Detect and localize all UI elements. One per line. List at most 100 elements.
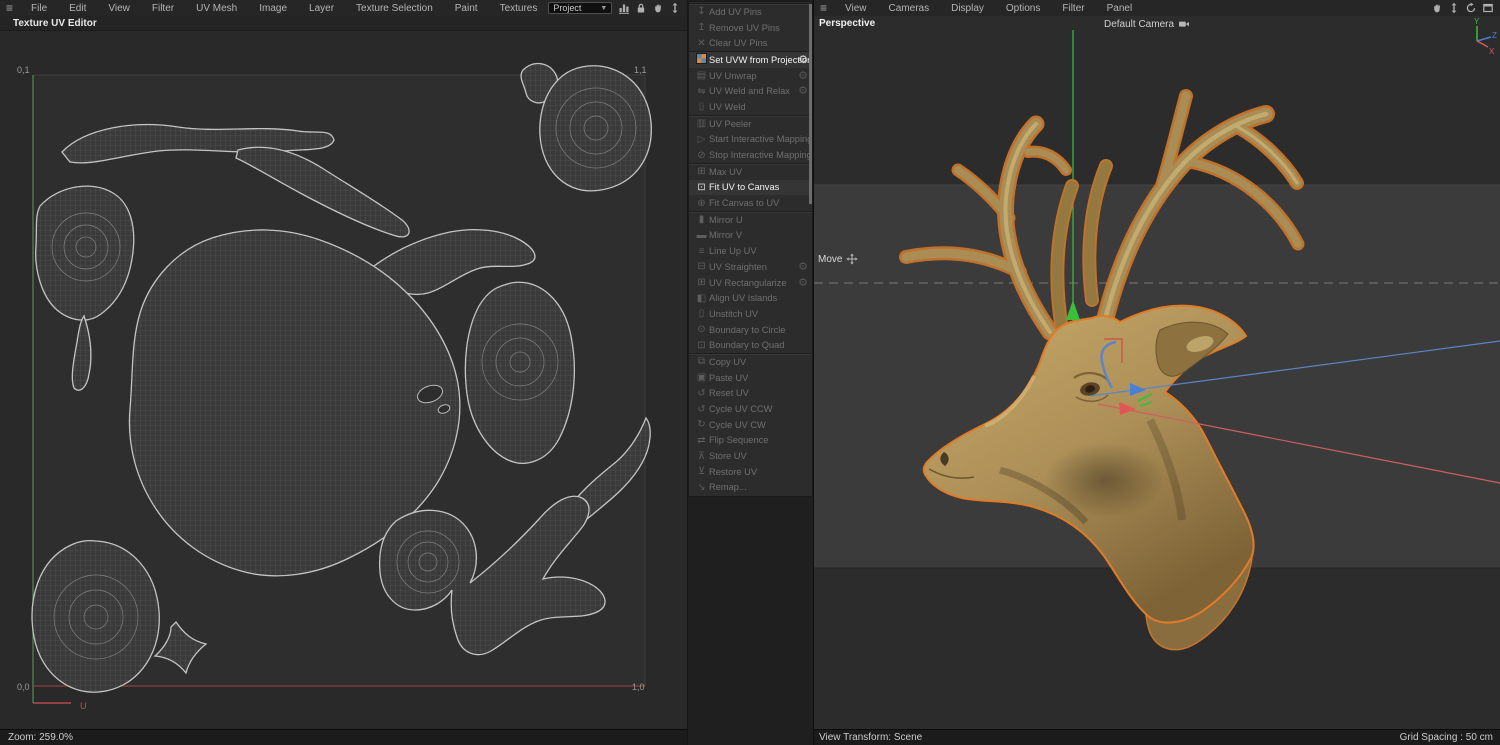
weld-relax-icon: ⇋ (694, 86, 709, 97)
viewport-type-label[interactable]: Perspective (819, 18, 875, 29)
restore-uv-menu-item: ⊻Restore UV (689, 464, 812, 480)
restore-icon: ⊻ (694, 466, 709, 477)
perspective-viewport[interactable]: Y Z X Perspective Default Camera Move (814, 16, 1500, 729)
uv-weld-and-relax-menu-item: ⇋UV Weld and Relax ⚙ (689, 83, 812, 99)
gear-icon: ⚙ (798, 84, 808, 97)
store-uv-menu-item: ⊼Store UV (689, 448, 812, 464)
neck-shadow (1045, 442, 1165, 518)
menu-layer[interactable]: Layer (298, 3, 345, 14)
uv-peeler-menu-item: ▥UV Peeler (689, 116, 812, 132)
fit-canvas-to-uv-menu-item: ⊕Fit Canvas to UV (689, 195, 812, 211)
histogram-icon[interactable] (618, 2, 630, 14)
menu-item-label: Flip Sequence (709, 435, 768, 445)
menu-item-label: UV Weld (709, 102, 746, 112)
align-islands-icon: ◧ (694, 293, 709, 304)
menu-options[interactable]: Options (995, 3, 1051, 14)
set-uvw-from-projection-menu-item[interactable]: Set UVW from Projection⚙ (689, 52, 812, 68)
menu-cameras[interactable]: Cameras (878, 3, 941, 14)
unstitch-uv-menu-item: ▯Unstitch UV (689, 306, 812, 322)
uv-editor-toolbar-icons (618, 2, 681, 14)
mirror-u-icon: ▮ (694, 214, 709, 225)
menu-item-label: Boundary to Circle (709, 325, 785, 335)
menu-item-label: Cycle UV CW (709, 420, 766, 430)
uv-canvas[interactable] (0, 16, 687, 729)
reset-uv-menu-item: ↺Reset UV (689, 386, 812, 402)
copy-uv-menu-item: ⧉Copy UV (689, 354, 812, 370)
menu-item-label: Restore UV (709, 467, 757, 477)
axis-y-label: Y (1474, 17, 1480, 26)
fit-uv-icon: ⊡ (694, 182, 709, 193)
zoom-level: Zoom: 259.0% (8, 732, 73, 743)
menu-item-label: UV Weld and Relax (709, 86, 790, 96)
menu-item-label: Boundary to Quad (709, 340, 784, 350)
store-icon: ⊼ (694, 451, 709, 462)
menu-paint[interactable]: Paint (444, 3, 489, 14)
active-tool-label[interactable]: Move (818, 253, 858, 265)
hamburger-menu-icon[interactable]: ≡ (814, 1, 834, 15)
pan-vertical-icon[interactable] (1448, 2, 1460, 14)
menu-file[interactable]: File (20, 3, 58, 14)
uv-weld-menu-item: ▯UV Weld (689, 99, 812, 115)
menu-texture-selection[interactable]: Texture Selection (345, 3, 444, 14)
menu-item-label: UV Rectangularize (709, 278, 787, 288)
gear-icon[interactable]: ⚙ (798, 53, 808, 66)
hand-icon[interactable] (1431, 2, 1443, 14)
max-uv-icon: ⊞ (694, 166, 709, 177)
menu-item-label: Align UV Islands (709, 293, 777, 303)
axis-z-label: Z (1492, 31, 1497, 40)
active-camera-label[interactable]: Default Camera (1104, 18, 1190, 30)
lock-icon[interactable] (635, 2, 647, 14)
menu-display[interactable]: Display (940, 3, 995, 14)
remove-uv-pins-menu-item: ↥Remove UV Pins (689, 20, 812, 36)
menu-textures[interactable]: Textures (489, 3, 549, 14)
viewport-toolbar (1431, 2, 1500, 14)
menu-item-label: Mirror U (709, 215, 743, 225)
texture-uv-editor-pane: Texture UV Editor 0,1 1,1 0,0 1,0 U (0, 16, 687, 729)
menu-group: ▮Mirror U▬Mirror V≡Line Up UV⊟UV Straigh… (689, 211, 812, 353)
uv-rectangularize-menu-item: ⊞UV Rectangularize⚙ (689, 275, 812, 291)
menu-filter[interactable]: Filter (1051, 3, 1095, 14)
fit-uv-to-canvas-menu-item[interactable]: ⊡Fit UV to Canvas (689, 180, 812, 196)
uv-corner-11: 1,1 (634, 65, 647, 75)
menu-view[interactable]: View (834, 3, 878, 14)
uv-editor-menu-items: FileEditViewFilterUV MeshImageLayerTextu… (20, 3, 548, 14)
project-dropdown[interactable]: Project ▼ (548, 2, 612, 14)
hamburger-menu-icon[interactable]: ≡ (0, 1, 20, 15)
unstitch-icon: ▯ (694, 308, 709, 319)
menu-image[interactable]: Image (248, 3, 298, 14)
line-up-uv-menu-item: ≡Line Up UV (689, 243, 812, 259)
rotate-icon[interactable] (1465, 2, 1477, 14)
pan-vertical-icon[interactable] (669, 2, 681, 14)
menu-item-label: Store UV (709, 451, 747, 461)
menu-scrollbar[interactable] (809, 4, 812, 204)
remap-menu-item: ↘Remap... (689, 480, 812, 496)
menu-item-label: UV Unwrap (709, 71, 757, 81)
move-icon (846, 253, 858, 265)
start-interactive-mapping-menu-item: ▷Start Interactive Mapping (689, 132, 812, 148)
viewport-canvas: Y Z X (814, 16, 1500, 729)
gear-icon: ⚙ (798, 260, 808, 273)
boundary-to-circle-menu-item: ⊙Boundary to Circle (689, 322, 812, 338)
menu-uv-mesh[interactable]: UV Mesh (185, 3, 248, 14)
menu-item-label: UV Straighten (709, 262, 767, 272)
pane-title: Texture UV Editor (0, 16, 687, 31)
uv-editor-toolbar: Project ▼ (548, 2, 687, 14)
cycle-uv-cw-menu-item: ↻Cycle UV CW (689, 417, 812, 433)
pin-remove-icon: ↥ (694, 22, 709, 33)
flip-sequence-menu-item: ⇄Flip Sequence (689, 433, 812, 449)
cycle-uv-ccw-menu-item: ↺Cycle UV CCW (689, 401, 812, 417)
viewport-toolbar-icons (1431, 2, 1494, 14)
menu-view[interactable]: View (97, 3, 141, 14)
menu-item-label: Cycle UV CCW (709, 404, 773, 414)
u-axis-label: U (80, 701, 87, 711)
menu-filter[interactable]: Filter (141, 3, 185, 14)
uv-commands-column: ↧Add UV Pins↥Remove UV Pins✕Clear UV Pin… (687, 0, 814, 745)
boundary-circle-icon: ⊙ (694, 324, 709, 335)
menu-item-label: Mirror V (709, 230, 742, 240)
straighten-icon: ⊟ (694, 261, 709, 272)
menu-edit[interactable]: Edit (58, 3, 97, 14)
menu-panel[interactable]: Panel (1096, 3, 1144, 14)
axis-x-label: X (1489, 47, 1495, 56)
hand-icon[interactable] (652, 2, 664, 14)
maximize-icon[interactable] (1482, 2, 1494, 14)
